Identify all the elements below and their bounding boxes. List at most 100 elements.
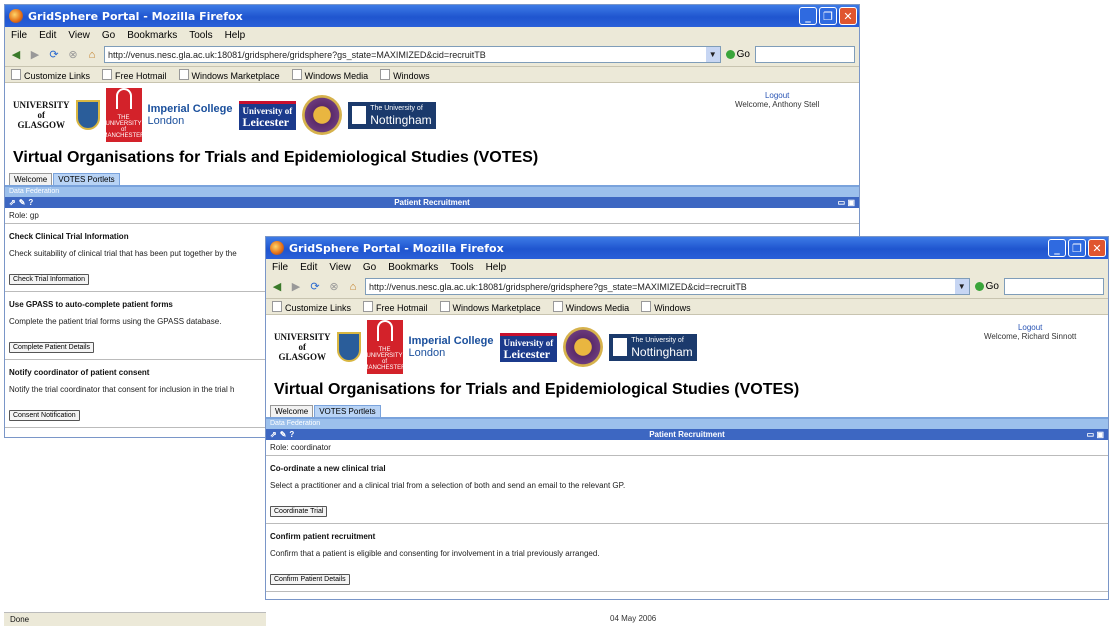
go-button[interactable]: Go: [974, 281, 999, 292]
banner: UNIVERSITY of GLASGOW THE UNIVERSITY of MA…: [266, 315, 1108, 405]
menu-tools[interactable]: Tools: [189, 30, 212, 41]
go-button[interactable]: Go: [725, 49, 750, 60]
nottingham-logo: The University of Nottingham: [609, 333, 697, 361]
menu-bookmarks[interactable]: Bookmarks: [388, 262, 438, 273]
account-panel: Logout Welcome, Richard Sinnott: [984, 323, 1076, 341]
portlet-tools-icon[interactable]: ⇗✎?: [270, 430, 297, 439]
complete-patient-details-button[interactable]: Complete Patient Details: [9, 342, 95, 353]
home-icon[interactable]: ⌂: [346, 280, 360, 294]
go-icon: [725, 50, 735, 59]
minimize-button[interactable]: _: [799, 7, 817, 25]
tab-votes-portlets[interactable]: VOTES Portlets: [53, 173, 120, 185]
home-icon[interactable]: ⌂: [85, 48, 99, 62]
link-windows[interactable]: Windows: [641, 301, 691, 313]
forward-icon[interactable]: ▶: [289, 280, 303, 294]
subtab-data-federation[interactable]: Data Federation: [5, 187, 859, 197]
nottingham-crest-icon: [613, 338, 628, 356]
maximize-button[interactable]: ❐: [1068, 239, 1086, 257]
address-bar[interactable]: http://venus.nesc.gla.ac.uk:18081/gridsp…: [365, 278, 970, 295]
coordinate-trial-button[interactable]: Coordinate Trial: [270, 506, 328, 517]
back-icon[interactable]: ◀: [270, 280, 284, 294]
role-text: Role: gp: [5, 208, 859, 224]
menu-view[interactable]: View: [329, 262, 351, 273]
stop-icon[interactable]: ⊗: [66, 48, 80, 62]
minimize-button[interactable]: _: [1048, 239, 1066, 257]
status-bar: Done: [4, 612, 266, 626]
logout-link[interactable]: Logout: [984, 323, 1076, 332]
leicester-logo: University of Leicester: [499, 332, 558, 362]
navigation-toolbar: ◀ ▶ ⟳ ⊗ ⌂ http://venus.nesc.gla.ac.uk:18…: [266, 275, 1108, 299]
portlet-minmax-icon[interactable]: ▭ ▣: [838, 198, 855, 207]
manchester-logo: THE UNIVERSITY of MANCHESTER: [364, 320, 406, 374]
confirm-patient-details-button[interactable]: Confirm Patient Details: [270, 574, 350, 585]
chevron-down-icon[interactable]: ▼: [705, 47, 720, 62]
search-input[interactable]: [755, 46, 855, 63]
navigation-toolbar: ◀ ▶ ⟳ ⊗ ⌂ http://venus.nesc.gla.ac.uk:18…: [5, 43, 859, 67]
manchester-logo: THE UNIVERSITY of MANCHESTER: [103, 88, 145, 142]
footer-date: 04 May 2006: [610, 614, 657, 623]
portlet-tools-icon[interactable]: ⇗✎?: [9, 198, 36, 207]
title-bar[interactable]: GridSphere Portal - Mozilla Firefox _ ❐ …: [266, 237, 1108, 259]
firefox-icon: [270, 241, 284, 255]
menu-bar: File Edit View Go Bookmarks Tools Help: [5, 27, 859, 43]
link-customize[interactable]: Customize Links: [11, 69, 90, 81]
portlet-title: Patient Recruitment: [394, 198, 470, 207]
tab-bar: Welcome VOTES Portlets: [266, 405, 1108, 419]
menu-go[interactable]: Go: [102, 30, 115, 41]
account-panel: Logout Welcome, Anthony Stell: [735, 91, 819, 109]
chevron-down-icon[interactable]: ▼: [954, 279, 969, 294]
glasgow-logo: UNIVERSITY of GLASGOW: [13, 100, 70, 130]
welcome-text: Welcome, Anthony Stell: [735, 100, 820, 109]
link-media[interactable]: Windows Media: [292, 69, 369, 81]
nottingham-logo: The University of Nottingham: [348, 101, 436, 129]
page-content: UNIVERSITY of GLASGOW THE UNIVERSITY of MA…: [266, 315, 1108, 592]
role-text: Role: coordinator: [266, 440, 1108, 456]
firefox-icon: [9, 9, 23, 23]
link-hotmail[interactable]: Free Hotmail: [102, 69, 167, 81]
search-input[interactable]: [1004, 278, 1104, 295]
window-title: GridSphere Portal - Mozilla Firefox: [28, 9, 243, 23]
section-text: Confirm that a patient is eligible and c…: [270, 549, 600, 558]
tab-welcome[interactable]: Welcome: [9, 173, 53, 185]
subtab-data-federation[interactable]: Data Federation: [266, 419, 1108, 429]
menu-go[interactable]: Go: [363, 262, 376, 273]
tab-welcome[interactable]: Welcome: [270, 405, 314, 417]
glasgow-logo: UNIVERSITY of GLASGOW: [274, 332, 331, 362]
leicester-logo: University of Leicester: [238, 100, 297, 130]
title-bar[interactable]: GridSphere Portal - Mozilla Firefox _ ❐ …: [5, 5, 859, 27]
portlet-minmax-icon[interactable]: ▭ ▣: [1087, 430, 1104, 439]
glasgow-crest-icon: [75, 100, 100, 130]
menu-edit[interactable]: Edit: [39, 30, 56, 41]
reload-icon[interactable]: ⟳: [308, 280, 322, 294]
menu-edit[interactable]: Edit: [300, 262, 317, 273]
link-windows[interactable]: Windows: [380, 69, 430, 81]
menu-help[interactable]: Help: [225, 30, 246, 41]
consent-notification-button[interactable]: Consent Notification: [9, 410, 80, 421]
close-button[interactable]: ✕: [839, 7, 857, 25]
link-customize[interactable]: Customize Links: [272, 301, 351, 313]
link-hotmail[interactable]: Free Hotmail: [363, 301, 428, 313]
link-marketplace[interactable]: Windows Marketplace: [179, 69, 280, 81]
menu-file[interactable]: File: [272, 262, 288, 273]
section-heading: Confirm patient recruitment: [270, 532, 376, 541]
forward-icon[interactable]: ▶: [28, 48, 42, 62]
address-bar[interactable]: http://venus.nesc.gla.ac.uk:18081/gridsp…: [104, 46, 721, 63]
stop-icon[interactable]: ⊗: [327, 280, 341, 294]
menu-tools[interactable]: Tools: [450, 262, 473, 273]
maximize-button[interactable]: ❐: [819, 7, 837, 25]
reload-icon[interactable]: ⟳: [47, 48, 61, 62]
link-marketplace[interactable]: Windows Marketplace: [440, 301, 541, 313]
partner-logos: UNIVERSITY of GLASGOW THE UNIVERSITY of MA…: [13, 85, 436, 145]
menu-bookmarks[interactable]: Bookmarks: [127, 30, 177, 41]
tab-votes-portlets[interactable]: VOTES Portlets: [314, 405, 381, 417]
back-icon[interactable]: ◀: [9, 48, 23, 62]
logout-link[interactable]: Logout: [735, 91, 819, 100]
check-trial-button[interactable]: Check Trial Information: [9, 274, 89, 285]
menu-help[interactable]: Help: [486, 262, 507, 273]
portlet-header: ⇗✎? Patient Recruitment ▭ ▣: [266, 429, 1108, 440]
menu-view[interactable]: View: [68, 30, 90, 41]
close-button[interactable]: ✕: [1088, 239, 1106, 257]
link-media[interactable]: Windows Media: [553, 301, 630, 313]
menu-file[interactable]: File: [11, 30, 27, 41]
url-text: http://venus.nesc.gla.ac.uk:18081/gridsp…: [369, 281, 747, 292]
